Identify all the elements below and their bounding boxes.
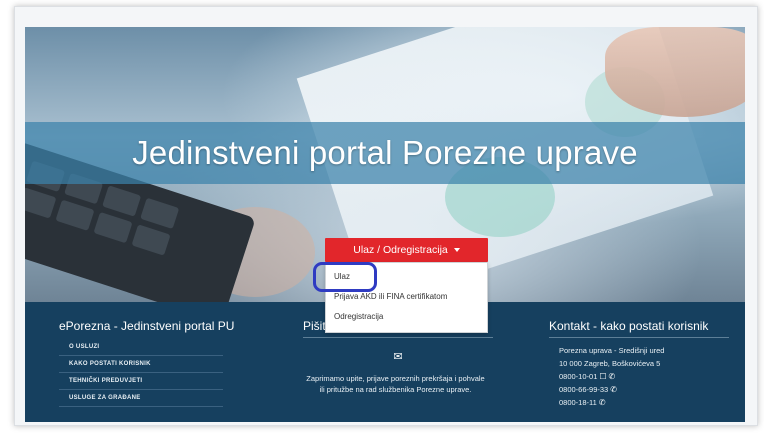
menu-item-odregistracija[interactable]: Odregistracija — [326, 307, 487, 327]
title-banner: Jedinstveni portal Porezne uprave — [25, 122, 745, 184]
contact-phone-2-number[interactable]: 0800-66-99-33 — [559, 385, 608, 394]
footer-about-links: O USLUZI KAKO POSTATI KORISNIK TEHNIČKI … — [59, 339, 234, 407]
contact-phone-2: 0800-66-99-33 ✆ — [559, 383, 729, 396]
footer-contact-title: Kontakt - kako postati korisnik — [549, 319, 729, 338]
footer-link-tehnicki-preduvjeti[interactable]: TEHNIČKI PREDUVJETI — [59, 373, 223, 390]
mail-icon[interactable]: ✉ — [303, 350, 493, 363]
phone-icon: ✆ — [608, 372, 616, 381]
screenshot-frame: Jedinstveni portal Porezne uprave ePorez… — [14, 6, 758, 426]
contact-office: Porezna uprava - Središnji ured — [559, 346, 665, 355]
login-dropdown-label: Ulaz / Odregistracija — [353, 244, 448, 256]
contact-address: 10 000 Zagreb, Boškovićeva 5 — [559, 359, 661, 368]
footer-link-o-usluzi[interactable]: O USLUZI — [59, 339, 223, 356]
contact-phone-3-number[interactable]: 0800-18-11 — [559, 398, 597, 407]
footer-column-contact: Kontakt - kako postati korisnik Porezna … — [549, 302, 729, 409]
footer-link-usluge-za-gradane[interactable]: USLUGE ZA GRAĐANE — [59, 390, 223, 407]
footer-write-text: Zaprimamo upite, prijave poreznih prekrš… — [306, 374, 485, 394]
caret-down-icon — [453, 248, 460, 252]
contact-phone-1: 0800-10-01 ☐ ✆ — [559, 370, 729, 383]
fax-icon: ☐ — [599, 372, 607, 381]
highlight-ring — [313, 262, 377, 292]
contact-phone-1-number[interactable]: 0800-10-01 — [559, 372, 597, 381]
footer-column-about: ePorezna - Jedinstveni portal PU O USLUZ… — [59, 302, 234, 407]
contact-phone-3: 0800-18-11 ✆ — [559, 396, 729, 409]
footer-about-title: ePorezna - Jedinstveni portal PU — [59, 319, 235, 333]
phone-icon: ✆ — [598, 398, 606, 407]
footer-contact-lines: Porezna uprava - Središnji ured 10 000 Z… — [549, 344, 729, 409]
phone-icon: ✆ — [610, 385, 617, 394]
footer-link-kako-postati-korisnik[interactable]: KAKO POSTATI KORISNIK — [59, 356, 223, 373]
login-dropdown-button[interactable]: Ulaz / Odregistracija — [325, 238, 488, 262]
page-title: Jedinstveni portal Porezne uprave — [132, 134, 638, 171]
